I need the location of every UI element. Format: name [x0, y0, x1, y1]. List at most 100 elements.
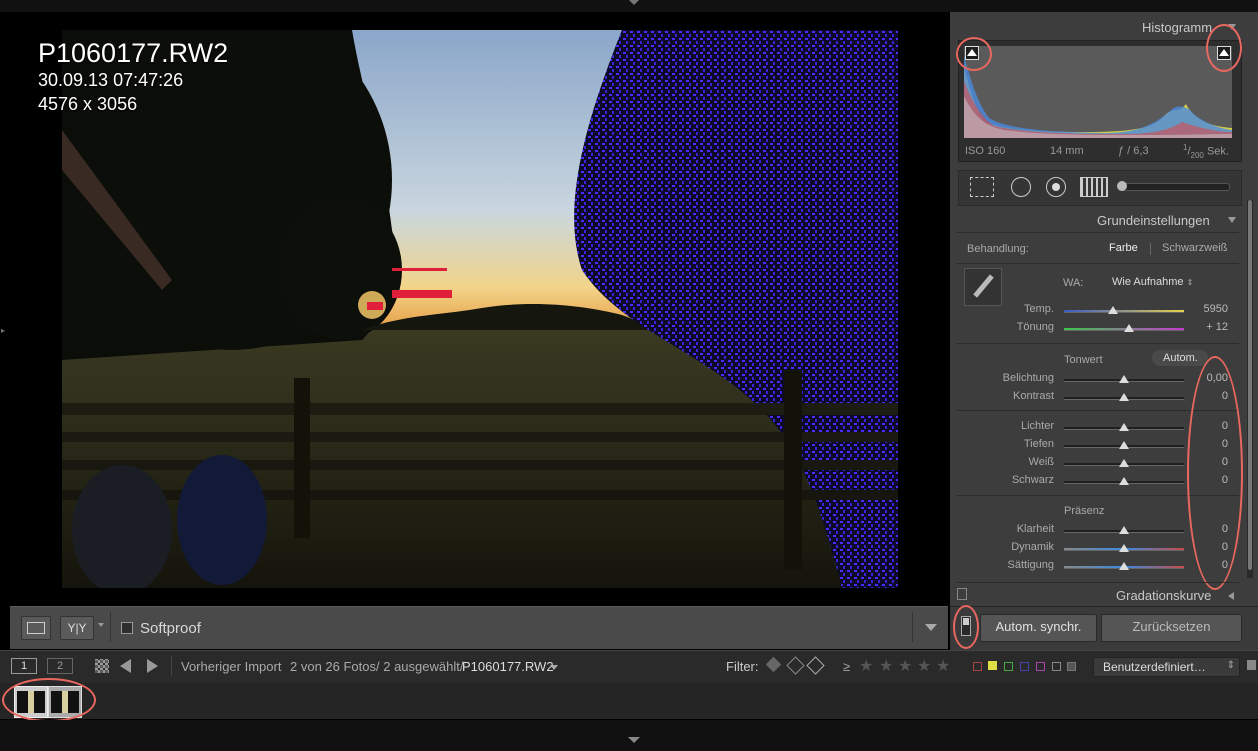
slider-thumb[interactable] [1119, 477, 1129, 485]
slider-value[interactable]: + 12 [1188, 321, 1228, 333]
color-label-yellow-icon[interactable] [988, 661, 997, 670]
collapse-bottom-arrow-icon[interactable] [628, 737, 640, 743]
filter-preset-select[interactable]: Benutzerdefiniert… ⇕ [1093, 657, 1240, 677]
photo-filename: P1060177.RW2 [38, 38, 229, 68]
panel-separator [957, 582, 1239, 583]
photo-info-overlay: P1060177.RW2 30.09.13 07:47:26 4576 x 30… [38, 38, 228, 116]
slider-label: Sättigung [1007, 559, 1054, 571]
histogram-title[interactable]: Histogramm [1142, 20, 1212, 35]
view-options-arrow-icon[interactable] [98, 623, 104, 627]
annotation-ring-filmstrip [2, 678, 96, 722]
loupe-view-button[interactable] [21, 616, 51, 640]
annotation-ring-highlight [1206, 24, 1242, 72]
slider-thumb[interactable] [1108, 306, 1119, 314]
slider-thumb[interactable] [1119, 526, 1129, 534]
rating-ge-symbol[interactable]: ≥ [843, 659, 850, 674]
eyedropper-body-icon [973, 274, 994, 298]
star-5-icon[interactable]: ★ [936, 656, 950, 676]
shutter-unit: Sek. [1206, 145, 1229, 158]
histogram-iso: ISO 160 [965, 145, 1006, 157]
updown-arrow-icon: ⇕ [1226, 660, 1235, 671]
redeye-tool-icon[interactable] [1046, 177, 1066, 197]
histogram-chart [964, 56, 1232, 138]
slider-track[interactable] [1064, 310, 1184, 313]
slider-thumb[interactable] [1119, 441, 1129, 449]
histogram-graph[interactable] [964, 46, 1232, 138]
shutter-numerator: 1 [1183, 143, 1188, 152]
annotation-ring-shadow [956, 37, 992, 71]
slider-thumb[interactable] [1119, 544, 1129, 552]
nav-forward-arrow-icon[interactable] [147, 659, 158, 673]
collapse-top-arrow-icon[interactable] [629, 0, 639, 5]
filter-label: Filter: [726, 659, 759, 674]
slider-thumb[interactable] [1123, 324, 1134, 332]
slider-label: Weiß [1028, 456, 1054, 468]
basic-panel-collapse-icon[interactable] [1228, 217, 1236, 223]
reset-button[interactable]: Zurücksetzen [1101, 614, 1242, 642]
basic-panel-title[interactable]: Grundeinstellungen [1097, 213, 1210, 228]
filmstrip-current-file[interactable]: P1060177.RW2 [462, 659, 554, 674]
updown-arrow-icon: ⇕ [1186, 278, 1194, 287]
wb-eyedropper-icon[interactable] [964, 268, 1002, 306]
slider-thumb[interactable] [1119, 393, 1129, 401]
annotation-ring-sync-switch [953, 605, 979, 649]
photo-datetime: 30.09.13 07:47:26 [38, 70, 184, 90]
crop-tool-icon[interactable] [970, 177, 994, 197]
before-after-view-button[interactable]: Y|Y [60, 616, 94, 640]
slider-thumb[interactable] [1119, 459, 1129, 467]
star-4-icon[interactable]: ★ [917, 656, 931, 676]
tone-auto-button[interactable]: Autom. [1152, 350, 1208, 366]
slider-label: Schwarz [1011, 474, 1054, 486]
star-2-icon[interactable]: ★ [879, 656, 893, 676]
second-window-button[interactable]: 2 [47, 658, 73, 674]
toolbar-divider [110, 612, 111, 642]
slider-label: Tönung [1016, 321, 1054, 333]
slider-value[interactable]: 5950 [1188, 303, 1228, 315]
tone-curve-title[interactable]: Gradationskurve [1116, 588, 1211, 603]
panel-switch-icon[interactable] [957, 588, 967, 600]
wb-preset-select[interactable]: Wie Aufnahme ⇕ [1112, 276, 1193, 288]
slider-label: Lichter [1020, 420, 1054, 432]
filmstrip-count: 2 von 26 Fotos/ 2 ausgewählt/ [290, 659, 464, 674]
softproof-checkbox[interactable] [121, 622, 133, 634]
star-1-icon[interactable]: ★ [859, 656, 873, 676]
color-label-blue-icon[interactable] [1020, 662, 1029, 671]
left-panel-toggle-icon[interactable]: ▸ [1, 326, 5, 335]
wb-label: WA: [1063, 277, 1084, 289]
grid-view-icon[interactable] [95, 659, 109, 673]
star-3-icon[interactable]: ★ [898, 656, 912, 676]
slider-thumb[interactable] [1119, 375, 1129, 383]
histogram-focal-length: 14 mm [1050, 145, 1084, 157]
treatment-divider [1150, 243, 1151, 255]
graduated-filter-tool-icon[interactable] [1080, 177, 1108, 197]
color-label-green-icon[interactable] [1004, 662, 1013, 671]
color-label-none-icon[interactable] [1067, 662, 1076, 671]
filename-dropdown-arrow-icon[interactable] [550, 665, 558, 670]
slider-label: Kontrast [1013, 390, 1054, 402]
color-label-gray-icon[interactable] [1052, 662, 1061, 671]
slider-label: Belichtung [1002, 372, 1054, 384]
slider-thumb[interactable] [1119, 423, 1129, 431]
auto-sync-button[interactable]: Autom. synchr. [980, 614, 1097, 642]
panel-scrollbar[interactable] [1247, 200, 1253, 578]
slider-label: Temp. [1024, 303, 1054, 315]
color-label-purple-icon[interactable] [1036, 662, 1045, 671]
treatment-color-option[interactable]: Farbe [1109, 242, 1138, 254]
nav-back-arrow-icon[interactable] [120, 659, 131, 673]
filmstrip-source[interactable]: Vorheriger Import [181, 659, 281, 674]
panel-scrollbar-thumb[interactable] [1248, 200, 1252, 570]
adjustment-brush-slider[interactable] [1117, 181, 1230, 191]
treatment-bw-option[interactable]: Schwarzweiß [1162, 242, 1227, 254]
tone-curve-collapse-icon[interactable] [1228, 592, 1234, 600]
filter-lock-icon[interactable] [1247, 660, 1256, 670]
annotation-ring-slider-values [1187, 356, 1243, 590]
histogram-aperture: ƒ / 6,3 [1118, 145, 1149, 157]
spot-removal-tool-icon[interactable] [1011, 177, 1031, 197]
toolbar-menu-arrow-icon[interactable] [925, 624, 937, 631]
slider-label: Tiefen [1023, 438, 1054, 450]
color-label-red-icon[interactable] [973, 662, 982, 671]
main-window-button[interactable]: 1 [11, 658, 37, 674]
redeye-dot-icon [1052, 183, 1060, 191]
slider-thumb[interactable] [1119, 562, 1129, 570]
toolbar-menu-divider [912, 612, 913, 642]
